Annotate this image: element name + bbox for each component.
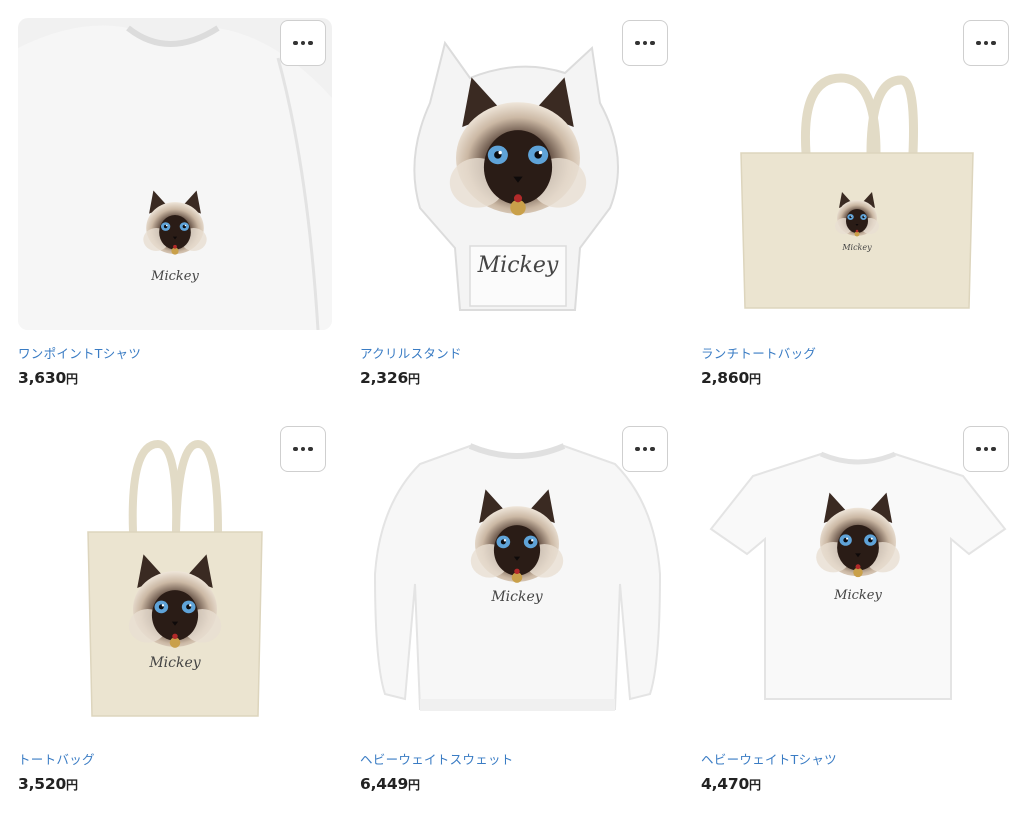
price-value: 3,520 xyxy=(18,775,67,793)
more-dots-icon xyxy=(635,40,655,46)
more-options-button[interactable] xyxy=(963,20,1009,66)
product-price: 3,630円 xyxy=(18,369,78,387)
product-name[interactable]: アクリルスタンド xyxy=(360,343,462,362)
signature-text: Mickey xyxy=(148,655,201,671)
product-price: 6,449円 xyxy=(360,775,420,793)
signature-text: Mickey xyxy=(477,253,559,278)
price-currency: 円 xyxy=(749,372,761,386)
price-currency: 円 xyxy=(66,372,78,386)
more-options-button[interactable] xyxy=(963,426,1009,472)
product-name[interactable]: ランチトートバッグ xyxy=(701,343,816,362)
product-price: 2,860円 xyxy=(701,369,761,387)
product-name[interactable]: トートバッグ xyxy=(18,749,95,768)
product-price: 3,520円 xyxy=(18,775,78,793)
signature-text: Mickey xyxy=(841,243,872,252)
price-currency: 円 xyxy=(749,778,761,792)
more-dots-icon xyxy=(293,446,313,452)
more-dots-icon xyxy=(293,40,313,46)
signature-text: Mickey xyxy=(490,589,543,605)
signature-text: Mickey xyxy=(150,269,199,284)
signature-text: Mickey xyxy=(833,588,882,603)
price-currency: 円 xyxy=(408,778,420,792)
price-currency: 円 xyxy=(408,372,420,386)
more-dots-icon xyxy=(976,446,996,452)
more-dots-icon xyxy=(635,446,655,452)
product-price: 4,470円 xyxy=(701,775,761,793)
price-value: 4,470 xyxy=(701,775,750,793)
price-currency: 円 xyxy=(66,778,78,792)
price-value: 2,326 xyxy=(360,369,409,387)
price-value: 2,860 xyxy=(701,369,750,387)
more-options-button[interactable] xyxy=(622,426,668,472)
more-options-button[interactable] xyxy=(280,426,326,472)
price-value: 6,449 xyxy=(360,775,409,793)
product-name[interactable]: ワンポイントTシャツ xyxy=(18,343,141,362)
product-name[interactable]: ヘビーウェイトスウェット xyxy=(360,749,514,768)
product-price: 2,326円 xyxy=(360,369,420,387)
more-options-button[interactable] xyxy=(622,20,668,66)
price-value: 3,630 xyxy=(18,369,67,387)
more-options-button[interactable] xyxy=(280,20,326,66)
more-dots-icon xyxy=(976,40,996,46)
product-name[interactable]: ヘビーウェイトTシャツ xyxy=(701,749,837,768)
